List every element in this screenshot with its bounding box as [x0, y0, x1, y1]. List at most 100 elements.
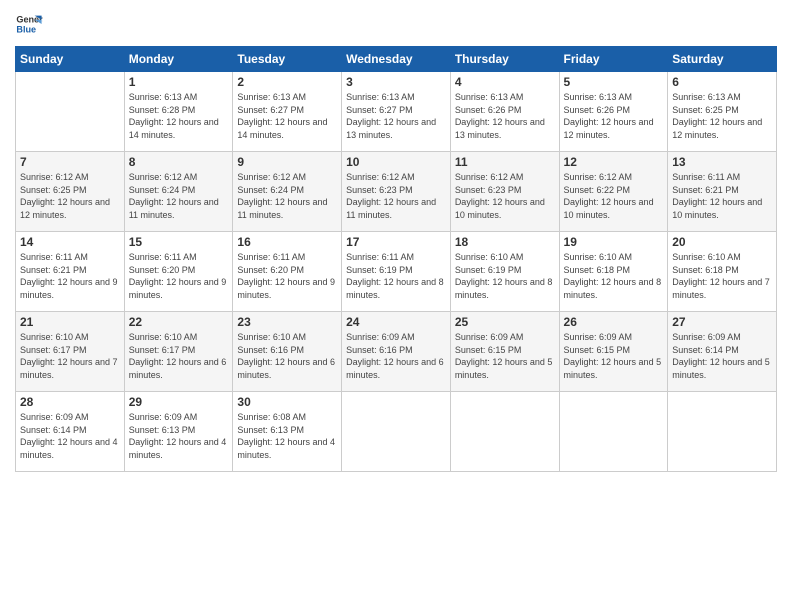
day-number: 18 — [455, 235, 555, 249]
calendar-week-row: 14Sunrise: 6:11 AMSunset: 6:21 PMDayligh… — [16, 232, 777, 312]
day-info: Sunrise: 6:09 AMSunset: 6:14 PMDaylight:… — [672, 331, 772, 381]
day-number: 2 — [237, 75, 337, 89]
day-of-week-header: Tuesday — [233, 47, 342, 72]
day-number: 1 — [129, 75, 229, 89]
day-info: Sunrise: 6:10 AMSunset: 6:18 PMDaylight:… — [672, 251, 772, 301]
calendar-cell: 18 Sunrise: 6:10 AMSunset: 6:19 PMDayligh… — [450, 232, 559, 312]
calendar-cell — [668, 392, 777, 472]
calendar-week-row: 21 Sunrise: 6:10 AMSunset: 6:17 PMDayligh… — [16, 312, 777, 392]
calendar-cell: 12 Sunrise: 6:12 AMSunset: 6:22 PMDayligh… — [559, 152, 668, 232]
calendar-cell: 14Sunrise: 6:11 AMSunset: 6:21 PMDayligh… — [16, 232, 125, 312]
day-info: Sunrise: 6:12 AMSunset: 6:22 PMDaylight:… — [564, 171, 664, 221]
day-info: Sunrise: 6:12 AMSunset: 6:23 PMDaylight:… — [346, 171, 446, 221]
calendar-cell: 26 Sunrise: 6:09 AMSunset: 6:15 PMDayligh… — [559, 312, 668, 392]
calendar-week-row: 1 Sunrise: 6:13 AMSunset: 6:28 PMDaylight… — [16, 72, 777, 152]
calendar-cell — [16, 72, 125, 152]
day-info: Sunrise: 6:13 AMSunset: 6:27 PMDaylight:… — [346, 91, 446, 141]
day-number: 17 — [346, 235, 446, 249]
day-info: Sunrise: 6:09 AMSunset: 6:14 PMDaylight:… — [20, 411, 120, 461]
calendar-cell: 2Sunrise: 6:13 AMSunset: 6:27 PMDaylight… — [233, 72, 342, 152]
day-of-week-header: Thursday — [450, 47, 559, 72]
day-number: 30 — [237, 395, 337, 409]
calendar-cell: 22 Sunrise: 6:10 AMSunset: 6:17 PMDayligh… — [124, 312, 233, 392]
day-number: 28 — [20, 395, 120, 409]
page: General Blue SundayMondayTuesdayWednesda… — [0, 0, 792, 612]
day-info: Sunrise: 6:09 AMSunset: 6:13 PMDaylight:… — [129, 411, 229, 461]
day-info: Sunrise: 6:10 AMSunset: 6:18 PMDaylight:… — [564, 251, 664, 301]
day-info: Sunrise: 6:08 AMSunset: 6:13 PMDaylight:… — [237, 411, 337, 461]
day-info: Sunrise: 6:12 AMSunset: 6:24 PMDaylight:… — [237, 171, 337, 221]
calendar-cell: 30 Sunrise: 6:08 AMSunset: 6:13 PMDayligh… — [233, 392, 342, 472]
calendar-cell: 11 Sunrise: 6:12 AMSunset: 6:23 PMDayligh… — [450, 152, 559, 232]
day-number: 12 — [564, 155, 664, 169]
calendar-week-row: 28 Sunrise: 6:09 AMSunset: 6:14 PMDayligh… — [16, 392, 777, 472]
day-info: Sunrise: 6:09 AMSunset: 6:15 PMDaylight:… — [564, 331, 664, 381]
logo: General Blue — [15, 10, 43, 38]
calendar-cell: 23 Sunrise: 6:10 AMSunset: 6:16 PMDayligh… — [233, 312, 342, 392]
day-info: Sunrise: 6:10 AMSunset: 6:16 PMDaylight:… — [237, 331, 337, 381]
day-number: 25 — [455, 315, 555, 329]
calendar-cell: 5Sunrise: 6:13 AMSunset: 6:26 PMDaylight… — [559, 72, 668, 152]
day-number: 11 — [455, 155, 555, 169]
calendar-cell: 29 Sunrise: 6:09 AMSunset: 6:13 PMDayligh… — [124, 392, 233, 472]
calendar-cell — [559, 392, 668, 472]
day-info: Sunrise: 6:13 AMSunset: 6:28 PMDaylight:… — [129, 91, 229, 141]
day-number: 23 — [237, 315, 337, 329]
calendar-cell: 27 Sunrise: 6:09 AMSunset: 6:14 PMDayligh… — [668, 312, 777, 392]
day-number: 16 — [237, 235, 337, 249]
day-info: Sunrise: 6:11 AMSunset: 6:21 PMDaylight:… — [20, 251, 120, 301]
calendar-cell: 17Sunrise: 6:11 AMSunset: 6:19 PMDayligh… — [342, 232, 451, 312]
header: General Blue — [15, 10, 777, 38]
day-info: Sunrise: 6:09 AMSunset: 6:16 PMDaylight:… — [346, 331, 446, 381]
calendar-cell: 9 Sunrise: 6:12 AMSunset: 6:24 PMDaylight… — [233, 152, 342, 232]
day-info: Sunrise: 6:13 AMSunset: 6:26 PMDaylight:… — [564, 91, 664, 141]
calendar-cell: 8 Sunrise: 6:12 AMSunset: 6:24 PMDaylight… — [124, 152, 233, 232]
calendar-cell: 13Sunrise: 6:11 AMSunset: 6:21 PMDayligh… — [668, 152, 777, 232]
day-info: Sunrise: 6:13 AMSunset: 6:26 PMDaylight:… — [455, 91, 555, 141]
day-info: Sunrise: 6:10 AMSunset: 6:17 PMDaylight:… — [129, 331, 229, 381]
day-info: Sunrise: 6:13 AMSunset: 6:25 PMDaylight:… — [672, 91, 772, 141]
calendar-cell: 10 Sunrise: 6:12 AMSunset: 6:23 PMDayligh… — [342, 152, 451, 232]
calendar-header-row: SundayMondayTuesdayWednesdayThursdayFrid… — [16, 47, 777, 72]
day-info: Sunrise: 6:10 AMSunset: 6:17 PMDaylight:… — [20, 331, 120, 381]
day-number: 27 — [672, 315, 772, 329]
day-number: 10 — [346, 155, 446, 169]
calendar-cell: 6Sunrise: 6:13 AMSunset: 6:25 PMDaylight… — [668, 72, 777, 152]
calendar-cell: 16 Sunrise: 6:11 AMSunset: 6:20 PMDayligh… — [233, 232, 342, 312]
calendar-cell: 19 Sunrise: 6:10 AMSunset: 6:18 PMDayligh… — [559, 232, 668, 312]
day-number: 19 — [564, 235, 664, 249]
day-number: 22 — [129, 315, 229, 329]
day-of-week-header: Sunday — [16, 47, 125, 72]
day-info: Sunrise: 6:11 AMSunset: 6:20 PMDaylight:… — [237, 251, 337, 301]
day-info: Sunrise: 6:12 AMSunset: 6:23 PMDaylight:… — [455, 171, 555, 221]
day-info: Sunrise: 6:12 AMSunset: 6:24 PMDaylight:… — [129, 171, 229, 221]
day-number: 9 — [237, 155, 337, 169]
logo-icon: General Blue — [15, 10, 43, 38]
calendar-cell: 1 Sunrise: 6:13 AMSunset: 6:28 PMDaylight… — [124, 72, 233, 152]
calendar-cell: 3Sunrise: 6:13 AMSunset: 6:27 PMDaylight… — [342, 72, 451, 152]
calendar-cell: 21 Sunrise: 6:10 AMSunset: 6:17 PMDayligh… — [16, 312, 125, 392]
day-info: Sunrise: 6:12 AMSunset: 6:25 PMDaylight:… — [20, 171, 120, 221]
day-number: 24 — [346, 315, 446, 329]
calendar-week-row: 7 Sunrise: 6:12 AMSunset: 6:25 PMDaylight… — [16, 152, 777, 232]
calendar-cell — [450, 392, 559, 472]
day-number: 20 — [672, 235, 772, 249]
day-of-week-header: Monday — [124, 47, 233, 72]
day-number: 8 — [129, 155, 229, 169]
day-of-week-header: Friday — [559, 47, 668, 72]
calendar-cell: 7 Sunrise: 6:12 AMSunset: 6:25 PMDaylight… — [16, 152, 125, 232]
calendar: SundayMondayTuesdayWednesdayThursdayFrid… — [15, 46, 777, 472]
svg-text:Blue: Blue — [16, 24, 36, 34]
day-info: Sunrise: 6:10 AMSunset: 6:19 PMDaylight:… — [455, 251, 555, 301]
day-info: Sunrise: 6:11 AMSunset: 6:20 PMDaylight:… — [129, 251, 229, 301]
day-number: 4 — [455, 75, 555, 89]
day-number: 7 — [20, 155, 120, 169]
calendar-cell: 24 Sunrise: 6:09 AMSunset: 6:16 PMDayligh… — [342, 312, 451, 392]
day-number: 26 — [564, 315, 664, 329]
day-number: 15 — [129, 235, 229, 249]
day-number: 21 — [20, 315, 120, 329]
calendar-cell: 28 Sunrise: 6:09 AMSunset: 6:14 PMDayligh… — [16, 392, 125, 472]
day-number: 29 — [129, 395, 229, 409]
calendar-cell: 4 Sunrise: 6:13 AMSunset: 6:26 PMDaylight… — [450, 72, 559, 152]
calendar-cell: 20 Sunrise: 6:10 AMSunset: 6:18 PMDayligh… — [668, 232, 777, 312]
